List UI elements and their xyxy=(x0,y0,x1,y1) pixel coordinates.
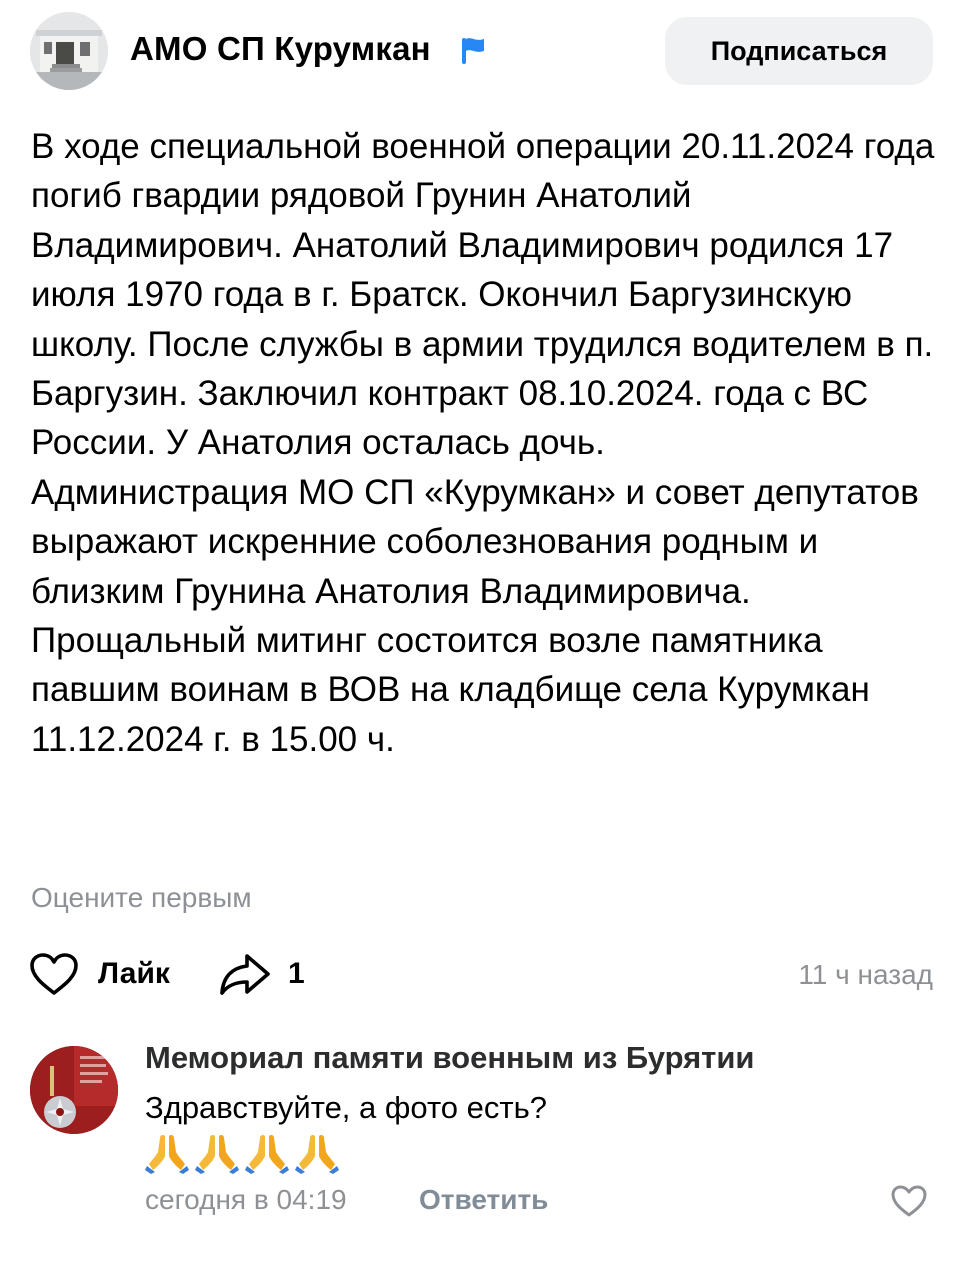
commenter-avatar[interactable] xyxy=(30,1046,118,1134)
rate-first-link[interactable]: Оцените первым xyxy=(31,882,252,914)
post-header: АМО СП Курумкан Подписаться xyxy=(0,0,964,110)
share-button[interactable]: 1 xyxy=(218,949,305,999)
community-name[interactable]: АМО СП Курумкан xyxy=(130,30,431,68)
comment-text: Здравствуйте, а фото есть? xyxy=(145,1090,547,1125)
share-count: 1 xyxy=(288,957,305,990)
reply-button[interactable]: Ответить xyxy=(419,1184,548,1216)
like-button[interactable]: Лайк xyxy=(28,949,170,999)
folded-hands-icon xyxy=(243,1130,291,1174)
folded-hands-icon xyxy=(293,1130,341,1174)
post-timestamp: 11 ч назад xyxy=(798,959,933,990)
subscribe-button[interactable]: Подписаться xyxy=(665,17,933,85)
heart-icon xyxy=(30,953,78,995)
post-paragraph: Администрация МО СП «Курумкан» и совет д… xyxy=(31,472,919,611)
post-text: В ходе специальной военной операции 20.1… xyxy=(31,122,941,764)
folded-hands-icon xyxy=(143,1130,191,1174)
comment-timestamp: сегодня в 04:19 xyxy=(145,1184,347,1215)
post-actions: Лайк 1 11 ч назад xyxy=(0,935,964,1010)
comment-emoji-row xyxy=(143,1130,341,1174)
verified-flag-icon xyxy=(462,38,484,64)
post-paragraph: Прощальный митинг состоится возле памятн… xyxy=(31,621,870,759)
comment-like-heart-icon[interactable] xyxy=(890,1184,928,1218)
community-avatar[interactable] xyxy=(30,12,108,90)
folded-hands-icon xyxy=(193,1130,241,1174)
share-arrow-icon xyxy=(220,954,270,995)
post-paragraph: В ходе специальной военной операции 20.1… xyxy=(31,127,935,463)
comment: Мемориал памяти военным из Бурятии Здрав… xyxy=(0,1030,964,1280)
commenter-name[interactable]: Мемориал памяти военным из Бурятии xyxy=(145,1040,754,1076)
like-label: Лайк xyxy=(98,957,170,990)
